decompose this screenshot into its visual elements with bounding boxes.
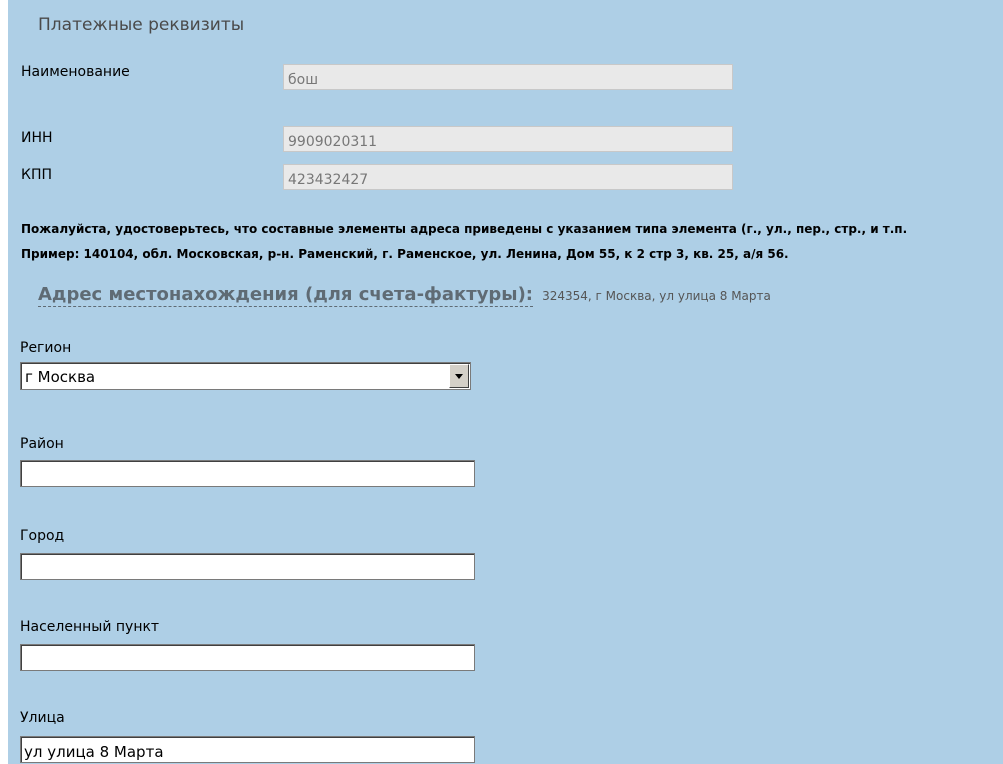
name-label: Наименование: [21, 64, 130, 80]
district-field[interactable]: [20, 460, 475, 487]
dropdown-arrow-icon[interactable]: [449, 364, 469, 388]
inn-field[interactable]: [283, 126, 733, 152]
address-format-example: Пример: 140104, обл. Московская, р-н. Ра…: [21, 247, 789, 261]
payment-details-panel: Платежные реквизиты Наименование ИНН КПП…: [8, 0, 1003, 764]
city-field[interactable]: [20, 553, 475, 580]
address-value: 324354, г Москва, ул улица 8 Марта: [542, 289, 771, 303]
address-row: Адрес местонахождения (для счета-фактуры…: [38, 284, 771, 307]
district-label: Район: [20, 436, 64, 452]
section-title: Платежные реквизиты: [38, 15, 245, 35]
street-field[interactable]: [20, 736, 475, 763]
kpp-label: КПП: [21, 167, 52, 183]
kpp-field[interactable]: [283, 164, 733, 190]
city-label: Город: [20, 528, 65, 544]
inn-label: ИНН: [21, 130, 53, 146]
address-heading-link[interactable]: Адрес местонахождения (для счета-фактуры…: [38, 284, 534, 307]
region-label: Регион: [20, 340, 72, 356]
locality-label: Населенный пункт: [20, 619, 160, 635]
region-selected-value: г Москва: [25, 368, 96, 386]
region-select[interactable]: г Москва: [20, 362, 471, 390]
street-label: Улица: [20, 710, 65, 726]
address-format-warning: Пожалуйста, удостоверьтесь, что составны…: [21, 222, 908, 236]
locality-field[interactable]: [20, 644, 475, 671]
name-field[interactable]: [283, 64, 733, 90]
